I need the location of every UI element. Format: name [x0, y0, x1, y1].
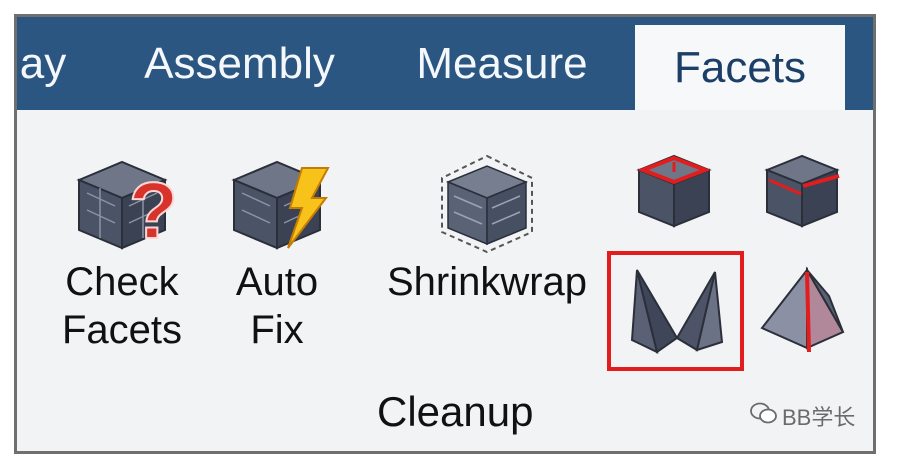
ribbon-tab-bar: ay Assembly Measure Facets: [17, 17, 873, 110]
tab-display[interactable]: ay: [17, 17, 69, 110]
watermark-text: BB学长: [782, 405, 856, 430]
shrinkwrap-button[interactable]: Shrinkwrap: [377, 148, 597, 306]
shrinkwrap-label: Shrinkwrap: [386, 260, 588, 304]
svg-text:?: ?: [129, 166, 177, 255]
auto-fix-button[interactable]: Auto Fix: [217, 148, 337, 354]
check-facets-button[interactable]: ? Check Facets: [57, 148, 187, 354]
tab-facets[interactable]: Facets: [635, 25, 845, 110]
watermark: BB学长: [750, 400, 855, 432]
cube-face-select-icon[interactable]: [629, 146, 719, 236]
tab-assembly[interactable]: Assembly: [137, 17, 342, 110]
check-facets-icon: ?: [76, 160, 177, 256]
ribbon-window: ay Assembly Measure Facets ? Check Facet…: [14, 14, 876, 454]
facets-ribbon-panel: ? Check Facets Auto Fix Shrinkwrap Clean…: [17, 110, 873, 451]
spikes-tool-icon[interactable]: [627, 260, 727, 360]
auto-fix-icon: [231, 160, 330, 250]
shrinkwrap-icon: [441, 154, 533, 254]
pyramid-edge-icon[interactable]: [757, 260, 847, 360]
wechat-icon: [750, 401, 778, 431]
auto-fix-label: Auto Fix: [235, 260, 319, 352]
tab-measure[interactable]: Measure: [412, 17, 592, 110]
cube-edge-select-icon[interactable]: [757, 146, 847, 236]
cleanup-group-label: Cleanup: [377, 388, 534, 435]
check-facets-label: Check Facets: [61, 260, 183, 352]
